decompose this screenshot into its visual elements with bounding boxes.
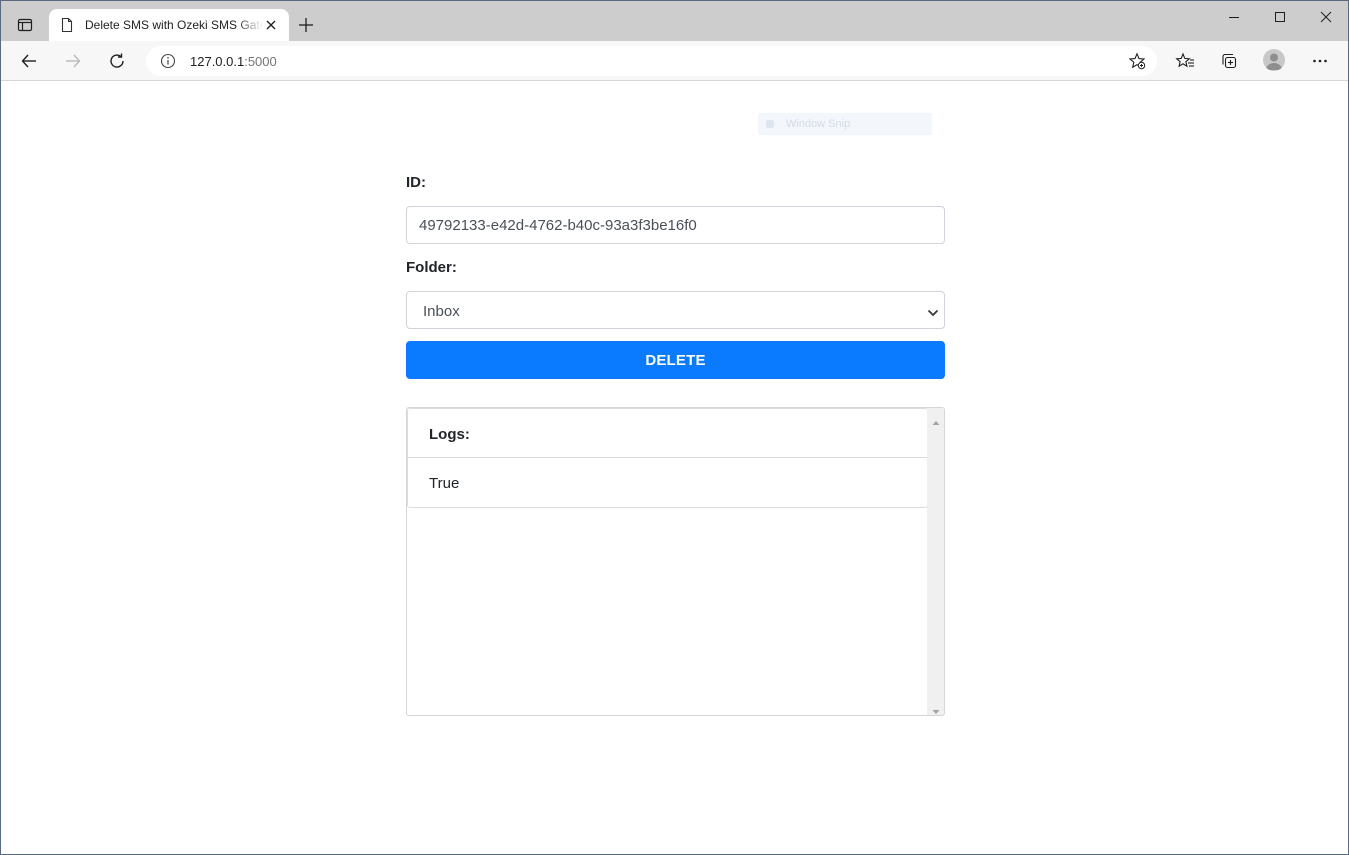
tab-strip: Delete SMS with Ozeki SMS Gateway xyxy=(1,1,1348,41)
tab-title: Delete SMS with Ozeki SMS Gateway xyxy=(85,18,263,32)
snip-icon xyxy=(766,120,774,128)
browser-tab[interactable]: Delete SMS with Ozeki SMS Gateway xyxy=(49,9,289,41)
delete-button[interactable]: DELETE xyxy=(406,341,945,379)
id-field[interactable]: 49792133-e42d-4762-b40c-93a3f3be16f0 xyxy=(406,206,945,244)
window-snip-overlay: Window Snip xyxy=(758,113,932,135)
logs-header: Logs: xyxy=(408,409,927,458)
minimize-icon[interactable] xyxy=(1211,1,1257,33)
add-favorite-icon[interactable] xyxy=(1128,52,1146,75)
id-value: 49792133-e42d-4762-b40c-93a3f3be16f0 xyxy=(419,217,697,234)
browser-toolbar: 127.0.0.1:5000 xyxy=(1,41,1348,81)
back-icon[interactable] xyxy=(17,49,41,73)
document-icon xyxy=(60,17,74,38)
tab-actions-icon[interactable] xyxy=(11,11,39,39)
folder-label: Folder: xyxy=(406,259,457,276)
snip-label: Window Snip xyxy=(786,118,851,130)
collections-icon[interactable] xyxy=(1217,49,1241,73)
scroll-up-icon[interactable] xyxy=(932,413,940,431)
address-bar[interactable]: 127.0.0.1:5000 xyxy=(146,46,1157,76)
id-label: ID: xyxy=(406,174,426,191)
scroll-down-icon[interactable] xyxy=(932,702,940,715)
logs-scrollbar[interactable] xyxy=(927,408,944,715)
profile-icon[interactable] xyxy=(1263,49,1285,71)
url-host: 127.0.0.1 xyxy=(190,54,245,69)
log-entry-text: True xyxy=(429,475,460,492)
favorites-icon[interactable] xyxy=(1173,49,1197,73)
logs-card: Logs: True xyxy=(407,408,928,508)
info-icon[interactable] xyxy=(160,53,176,74)
browser-window: Delete SMS with Ozeki SMS Gateway xyxy=(0,0,1349,855)
forward-icon[interactable] xyxy=(61,49,85,73)
url-port: :5000 xyxy=(244,54,277,69)
url-text: 127.0.0.1:5000 xyxy=(190,54,277,69)
more-icon[interactable] xyxy=(1308,49,1332,73)
logs-panel: Logs: True xyxy=(406,407,945,716)
logs-title: Logs: xyxy=(429,426,470,443)
folder-select[interactable]: Inbox xyxy=(406,291,945,329)
maximize-icon[interactable] xyxy=(1257,1,1303,33)
chevron-down-icon xyxy=(927,305,939,323)
plus-icon[interactable] xyxy=(297,16,315,34)
close-window-icon[interactable] xyxy=(1303,1,1348,33)
folder-selected-value: Inbox xyxy=(423,303,460,320)
close-icon[interactable] xyxy=(264,18,278,32)
refresh-icon[interactable] xyxy=(105,49,129,73)
